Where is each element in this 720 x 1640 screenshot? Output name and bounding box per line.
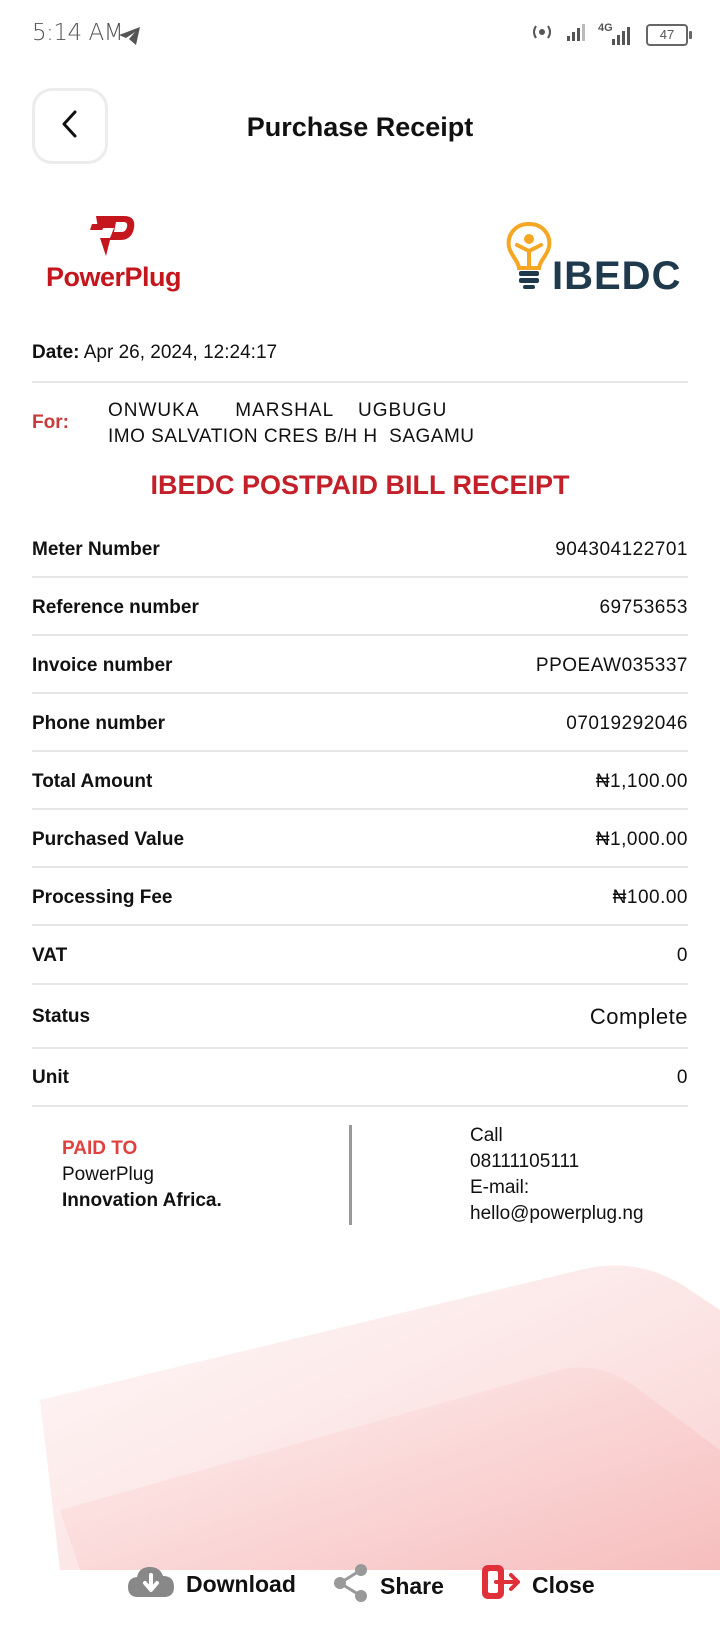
share-button[interactable]: Share — [332, 1563, 444, 1609]
share-label: Share — [380, 1572, 444, 1599]
detail-value: 07019292046 — [566, 713, 688, 734]
ibedc-logo-text: IBEDC — [552, 254, 682, 298]
divider — [32, 1105, 688, 1107]
divider — [32, 808, 688, 810]
detail-label: Invoice number — [32, 655, 173, 676]
divider — [32, 750, 688, 752]
detail-value: 904304122701 — [555, 539, 688, 560]
powerplug-logo-text: PowerPlug — [46, 262, 182, 292]
hotspot-icon — [528, 22, 556, 47]
customer-name: ONWUKA MARSHAL UGBUGU — [108, 400, 448, 421]
status-time: 5:14 AM — [32, 20, 124, 46]
battery-level: 47 — [659, 26, 675, 42]
divider — [32, 381, 688, 383]
detail-label: Unit — [32, 1067, 69, 1088]
detail-label: Processing Fee — [32, 887, 173, 908]
status-value: Complete — [589, 1004, 688, 1029]
signal-icon — [566, 22, 588, 47]
detail-value: PPOEAW035337 — [535, 655, 688, 676]
detail-label: Meter Number — [32, 539, 160, 560]
divider — [32, 924, 688, 926]
contact-call-label: Call — [470, 1125, 503, 1146]
close-label: Close — [532, 1571, 595, 1598]
detail-row-reference: Reference number 69753653 — [32, 594, 688, 622]
powerplug-logo-icon — [86, 212, 138, 269]
detail-value: 0 — [676, 945, 688, 966]
detail-value: ₦100.00 — [612, 887, 688, 908]
detail-row-meter: Meter Number 904304122701 — [32, 536, 688, 564]
paid-to-label: PAID TO — [62, 1138, 138, 1159]
close-button[interactable]: Close — [480, 1563, 595, 1607]
contact-email[interactable]: hello@powerplug.ng — [470, 1203, 644, 1225]
detail-value: 69753653 — [599, 597, 688, 618]
battery-icon: 47 — [646, 23, 692, 46]
ibedc-bulb-icon — [504, 220, 554, 297]
date-label: Date: — [32, 342, 80, 363]
detail-value: ₦1,000.00 — [595, 829, 688, 850]
detail-label: Total Amount — [32, 771, 153, 792]
detail-row-unit: Unit 0 — [32, 1064, 688, 1092]
detail-row-processing-fee: Processing Fee ₦100.00 — [32, 884, 688, 912]
detail-label: Purchased Value — [32, 829, 185, 850]
cloud-download-icon — [126, 1563, 176, 1605]
detail-value: ₦1,100.00 — [595, 771, 688, 792]
paid-to-name: PowerPlug — [62, 1164, 154, 1185]
contact-email-label: E-mail: — [470, 1177, 530, 1198]
detail-label: Reference number — [32, 597, 199, 618]
divider — [32, 576, 688, 578]
vertical-divider — [349, 1125, 352, 1225]
divider — [32, 634, 688, 636]
status-icons: 4G 47 — [528, 22, 692, 47]
background-decoration — [0, 1250, 720, 1570]
detail-label: Phone number — [32, 713, 166, 734]
share-icon — [332, 1563, 370, 1609]
telegram-icon — [118, 26, 142, 51]
page-title: Purchase Receipt — [246, 112, 474, 142]
divider — [32, 866, 688, 868]
for-label: For: — [32, 412, 69, 433]
exit-icon — [480, 1563, 522, 1607]
divider — [32, 1047, 688, 1049]
detail-row-total-amount: Total Amount ₦1,100.00 — [32, 768, 688, 796]
receipt-date: Date: Apr 26, 2024, 12:24:17 — [32, 342, 277, 364]
receipt-title: IBEDC POSTPAID BILL RECEIPT — [150, 470, 570, 500]
customer-address: IMO SALVATION CRES B/H H SAGAMU — [108, 426, 475, 447]
paid-to-org: Innovation Africa. — [62, 1190, 222, 1211]
detail-value: 0 — [676, 1067, 688, 1088]
date-value: Apr 26, 2024, 12:24:17 — [83, 342, 278, 363]
divider — [32, 983, 688, 985]
detail-row-status: Status Complete — [32, 1002, 688, 1032]
detail-label: Status — [32, 1006, 91, 1027]
divider — [32, 692, 688, 694]
detail-row-invoice: Invoice number PPOEAW035337 — [32, 652, 688, 680]
detail-row-phone: Phone number 07019292046 — [32, 710, 688, 738]
detail-label: VAT — [32, 945, 68, 966]
detail-row-purchased-value: Purchased Value ₦1,000.00 — [32, 826, 688, 854]
download-button[interactable]: Download — [126, 1563, 296, 1605]
detail-row-vat: VAT 0 — [32, 942, 688, 970]
download-label: Download — [186, 1570, 296, 1597]
contact-phone[interactable]: 08111105111 — [470, 1151, 579, 1173]
signal-4g-icon: 4G — [598, 22, 636, 46]
